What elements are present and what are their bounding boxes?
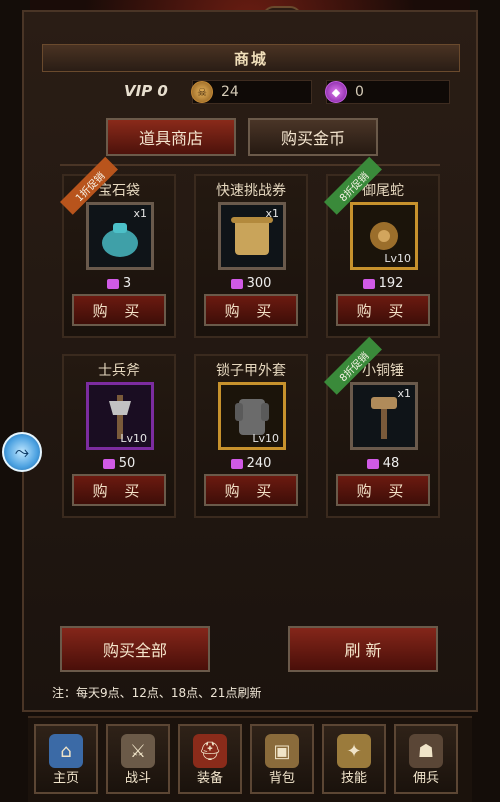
- item-qty: x1: [265, 207, 279, 220]
- item-price: 3: [64, 276, 174, 291]
- item-name: 锁子甲外套: [216, 363, 286, 379]
- backpack-icon: ▣: [265, 734, 299, 768]
- gold-amount: 24: [221, 84, 239, 100]
- nav-equipment[interactable]: ⛑ 装备: [178, 724, 242, 794]
- item-price: 50: [64, 456, 174, 471]
- gem-icon: [230, 278, 243, 289]
- gem-icon: [102, 458, 115, 469]
- tab-label: 购买金币: [280, 129, 345, 148]
- gem-amount: 0: [355, 84, 364, 100]
- item-level: Lv10: [252, 432, 279, 445]
- crossed-swords-icon: ⚔: [121, 734, 155, 768]
- nav-label: 主页: [52, 771, 79, 786]
- item-card-soldier-axe: 士兵斧 Lv10 50 购 买: [62, 354, 176, 518]
- title-bar: 商城: [42, 44, 460, 72]
- gold-coin-icon: ☠: [191, 81, 213, 103]
- bottom-nav: ⌂ 主页 ⚔ 战斗 ⛑ 装备 ▣ 背包 ✦ 技能 ☗ 佣兵: [28, 716, 472, 802]
- spellbook-icon: ✦: [337, 734, 371, 768]
- nav-bag[interactable]: ▣ 背包: [250, 724, 314, 794]
- refresh-button[interactable]: 刷 新: [288, 626, 438, 672]
- tab-item-shop[interactable]: 道具商店: [106, 118, 236, 156]
- gem-icon: [230, 458, 243, 469]
- item-slot[interactable]: x1: [350, 382, 418, 450]
- item-slot[interactable]: Lv10: [86, 382, 154, 450]
- item-slot[interactable]: Lv10: [350, 202, 418, 270]
- item-card-challenge-ticket: 快速挑战券 x1 300 购 买: [194, 174, 308, 338]
- buy-button[interactable]: 购 买: [204, 474, 298, 506]
- item-price: 240: [196, 456, 306, 471]
- buy-button[interactable]: 购 买: [72, 294, 166, 326]
- gem-icon: [366, 458, 379, 469]
- nav-battle[interactable]: ⚔ 战斗: [106, 724, 170, 794]
- divider: [60, 164, 440, 166]
- item-price: 300: [196, 276, 306, 291]
- buy-button[interactable]: 购 买: [72, 474, 166, 506]
- helmet-icon: ⛑: [193, 734, 227, 768]
- gold-balance: ☠ 24: [191, 80, 312, 104]
- gem-icon: [362, 278, 375, 289]
- nav-mercenary[interactable]: ☗ 佣兵: [394, 724, 458, 794]
- item-slot[interactable]: Lv10: [218, 382, 286, 450]
- nav-label: 技能: [340, 771, 367, 786]
- item-name: 快速挑战券: [216, 183, 286, 199]
- tab-buy-gold[interactable]: 购买金币: [248, 118, 378, 156]
- nav-label: 装备: [196, 771, 223, 786]
- nav-home[interactable]: ⌂ 主页: [34, 724, 98, 794]
- item-qty: x1: [397, 387, 411, 400]
- hooded-mercenary-icon: ☗: [409, 734, 443, 768]
- page-title: 商城: [233, 49, 268, 68]
- home-icon: ⌂: [49, 734, 83, 768]
- item-card-yuweishe: 御尾蛇 Lv10 8折促销 192 购 买: [324, 156, 440, 338]
- nav-label: 背包: [268, 771, 295, 786]
- item-slot[interactable]: x1: [218, 202, 286, 270]
- refresh-note: 注：每天9点、12点、18点、21点刷新: [52, 686, 262, 700]
- item-name: 士兵斧: [98, 363, 140, 379]
- item-price: 48: [328, 456, 438, 471]
- vip-level: VIP 0: [124, 82, 168, 100]
- item-card-gem-bag: 宝石袋 x1 1折促销 3 购 买: [60, 156, 176, 338]
- item-slot[interactable]: x1: [86, 202, 154, 270]
- buy-button[interactable]: 购 买: [336, 294, 430, 326]
- nav-skills[interactable]: ✦ 技能: [322, 724, 386, 794]
- item-card-chain-coat: 锁子甲外套 Lv10 240 购 买: [194, 354, 308, 518]
- item-qty: x1: [133, 207, 147, 220]
- nav-label: 战斗: [124, 771, 151, 786]
- side-menu-orb-icon[interactable]: ⤳: [2, 432, 42, 472]
- buy-all-button[interactable]: 购买全部: [60, 626, 210, 672]
- tab-label: 道具商店: [138, 129, 203, 148]
- gem-icon: ◆: [325, 81, 347, 103]
- gem-balance: ◆ 0: [325, 80, 450, 104]
- gem-icon: [106, 278, 119, 289]
- item-level: Lv10: [384, 252, 411, 265]
- buy-button[interactable]: 购 买: [204, 294, 298, 326]
- item-level: Lv10: [120, 432, 147, 445]
- buy-button[interactable]: 购 买: [336, 474, 430, 506]
- item-card-small-copper-hammer: 小铜锤 x1 8折促销 48 购 买: [324, 336, 440, 518]
- nav-label: 佣兵: [412, 771, 439, 786]
- item-price: 192: [328, 276, 438, 291]
